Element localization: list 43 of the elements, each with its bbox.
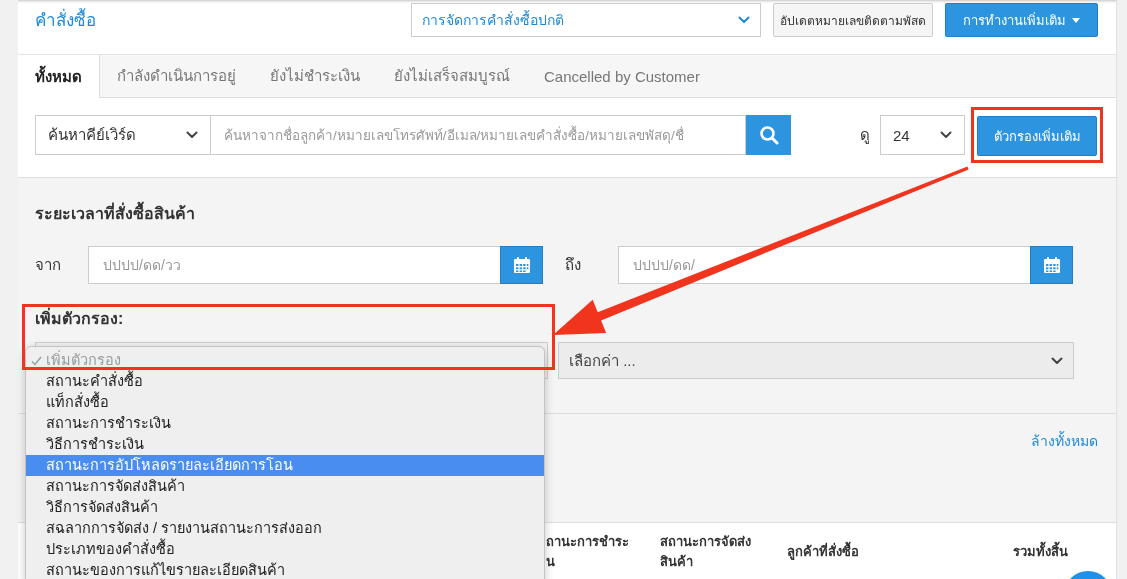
search-icon: [758, 125, 779, 145]
search-field-select[interactable]: ค้นหาคีย์เวิร์ด: [35, 115, 211, 155]
column-header: ลูกค้าที่สั่งซื้อ: [787, 542, 1013, 562]
mode-select[interactable]: การจัดการคำสั่งซื้อปกติ: [411, 3, 761, 37]
dropdown-option[interactable]: วิธีการจัดส่งสินค้า: [26, 497, 544, 518]
chevron-down-icon: [186, 131, 198, 139]
date-field[interactable]: ปปปป/ดด/: [618, 246, 1030, 284]
section-title: เพิ่มตัวกรอง:: [35, 309, 1074, 329]
tab[interactable]: ยังไม่เสร็จสมบูรณ์: [377, 55, 527, 97]
dropdown-option[interactable]: แท็กสั่งซื้อ: [26, 392, 544, 413]
dropdown-option[interactable]: วิธีการชำระเงิน: [26, 434, 544, 455]
dropdown-option[interactable]: ประเภทของคำสั่งซื้อ: [26, 539, 544, 560]
chevron-down-icon: [1051, 356, 1063, 365]
dropdown-option[interactable]: สถานะคำสั่งซื้อ: [26, 371, 544, 392]
calendar-icon: [1042, 256, 1061, 274]
search-button[interactable]: [746, 115, 791, 155]
view-label: ดู: [860, 125, 870, 146]
search-field[interactable]: ค้นหาจากชื่อลูกค้า/หมายเลขโทรศัพท์/อีเมล/หมายเลขคำสั่งซื้อ/หมายเลขพัสดุ/ชื่: [211, 115, 746, 155]
dropdown-option[interactable]: สถานะการชำระเงิน: [26, 413, 544, 434]
calendar-button[interactable]: [500, 246, 543, 284]
dropdown-option[interactable]: สถานะของการแก้ไขรายละเอียดสินค้า: [26, 560, 544, 579]
column-header: ถานะการชำระ น: [546, 533, 630, 571]
column-header: สถานะการจัดส่ง สินค้า: [660, 533, 752, 571]
value-select[interactable]: เลือกค่า ...: [558, 342, 1074, 379]
chevron-down-icon: [738, 16, 750, 24]
clear-all-link[interactable]: ล้างทั้งหมด: [1031, 431, 1098, 451]
tab[interactable]: ทั้งหมด: [18, 55, 100, 98]
calendar-button[interactable]: [1030, 246, 1073, 284]
chevron-down-icon: [940, 131, 952, 139]
date-field[interactable]: ปปปป/ดด/วว: [88, 246, 500, 284]
tab[interactable]: Cancelled by Customer: [527, 55, 717, 97]
column-header: รวมทั้งสิ้น: [1013, 542, 1116, 562]
calendar-icon: [512, 256, 531, 274]
tab[interactable]: กำลังดำเนินการอยู่: [100, 55, 253, 97]
page-title: คำสั่งซื้อ: [35, 6, 96, 33]
check-icon: [31, 356, 42, 366]
date-label: จาก: [35, 255, 62, 275]
header-button[interactable]: อัปเดตหมายเลขติดตามพัสด: [773, 3, 933, 37]
tab[interactable]: ยังไม่ชำระเงิน: [253, 55, 377, 97]
dropdown-option[interactable]: สฉลากการจัดส่ง / รายงานสถานะการส่งออก: [26, 518, 544, 539]
dropdown-option[interactable]: สถานะการจัดส่งสินค้า: [26, 476, 544, 497]
date-label: ถึง: [565, 255, 582, 275]
page-size-select[interactable]: 24: [880, 115, 965, 155]
